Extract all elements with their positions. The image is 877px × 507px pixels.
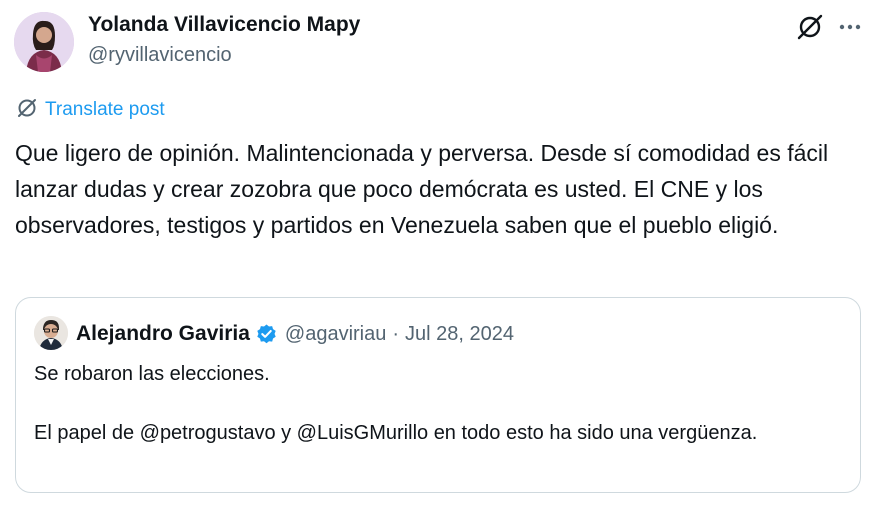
header-separator: · <box>392 322 400 345</box>
quoted-post-text-line-2: El papel de @petrogustavo y @LuisGMurill… <box>34 422 758 444</box>
avatar-photo-icon <box>14 12 74 72</box>
verified-badge-icon[interactable] <box>255 323 278 346</box>
post: Yolanda Villavicencio Mapy @ryvillavicen… <box>0 0 877 507</box>
author-handle[interactable]: @ryvillavicencio <box>88 44 232 67</box>
quoted-author-name[interactable]: Alejandro Gaviria <box>76 322 250 346</box>
translate-post-link[interactable]: Translate post <box>16 98 165 122</box>
quoted-post[interactable]: Alejandro Gaviria @agaviriau · Jul 28, 2… <box>15 297 861 493</box>
grok-icon[interactable] <box>795 12 825 42</box>
quoted-post-date[interactable]: Jul 28, 2024 <box>405 323 514 346</box>
quoted-author-avatar[interactable] <box>34 316 68 350</box>
author-avatar[interactable] <box>14 12 74 72</box>
quoted-author-handle[interactable]: @agaviriau <box>285 323 386 346</box>
translate-globe-icon <box>16 97 38 124</box>
quoted-avatar-photo-icon <box>34 316 68 350</box>
author-name[interactable]: Yolanda Villavicencio Mapy <box>88 13 360 37</box>
post-text: Que ligero de opinión. Malintencionada y… <box>15 140 829 238</box>
more-options-icon[interactable] <box>833 12 867 42</box>
translate-post-label: Translate post <box>45 99 165 120</box>
quoted-post-header: Alejandro Gaviria @agaviriau · Jul 28, 2… <box>76 320 514 348</box>
quoted-post-text-line-1: Se robaron las elecciones. <box>34 363 270 385</box>
